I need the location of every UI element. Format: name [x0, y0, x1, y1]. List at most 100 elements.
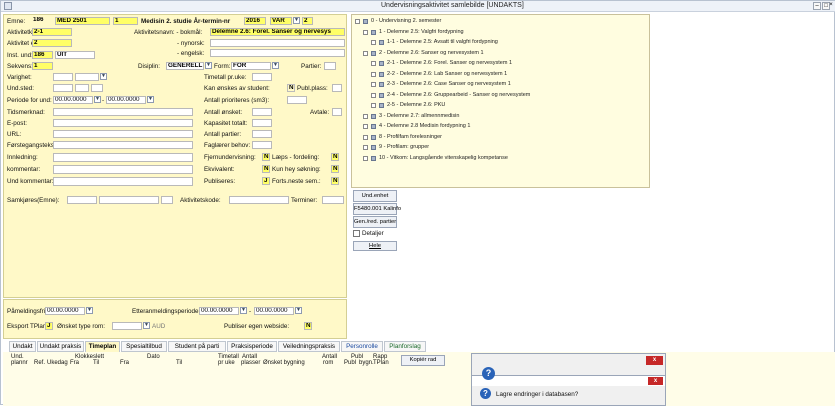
tree-item[interactable]: 8 - Profilfam forelesninger [379, 134, 442, 140]
tree-item[interactable]: 1 - Delemne 2.5: Valgfri fordypning [379, 29, 464, 35]
hele-button[interactable]: Hele [353, 241, 397, 251]
undsted-field2[interactable] [75, 84, 89, 92]
dialog-x-button[interactable]: x [646, 356, 663, 365]
etteranm-to-field[interactable]: 00.00.0000 [254, 307, 294, 315]
emne-code-field[interactable]: MED 2501 [55, 17, 110, 25]
tree-expander-icon[interactable] [363, 134, 368, 140]
pamelding-field[interactable]: 00.00.0000 [45, 307, 85, 315]
tree-expander-icon[interactable] [363, 50, 368, 56]
tree-expander-icon[interactable] [371, 92, 376, 98]
prioriteres-field[interactable] [287, 96, 307, 104]
tree-expander-icon[interactable] [363, 29, 368, 35]
year-field[interactable]: 2016 [244, 17, 266, 25]
tree-expander-icon[interactable] [371, 103, 376, 108]
tree-item[interactable]: 2-3 - Delemne 2.6: Case Sanser og nerves… [387, 81, 511, 87]
term-field[interactable]: VAR [270, 17, 292, 25]
tab-spesialtilbud[interactable]: Spesialtilbud [121, 341, 167, 352]
undsted-field3[interactable] [91, 84, 103, 92]
tree-item[interactable]: 2 - Delemne 2.6: Sanser og nervesystem 1 [379, 50, 484, 56]
kunhey-field[interactable]: N [331, 165, 339, 173]
etteranm-from-field[interactable]: 00.00.0000 [199, 307, 239, 315]
kommentar-field[interactable] [53, 165, 193, 174]
disiplin-dropdown-icon[interactable]: ▼ [205, 62, 212, 69]
inst-name-field[interactable]: UIT [55, 51, 95, 59]
tab-veiledningspraksis[interactable]: Veiledningspraksis [278, 341, 340, 352]
periode-to-field[interactable]: 00.00.0000 [106, 96, 146, 104]
tree-item[interactable]: 2-4 - Delemne 2.6: Gruppearbeid - Sanser… [387, 92, 530, 98]
samkjores-field3[interactable] [161, 196, 173, 204]
onsket-field[interactable] [252, 108, 272, 116]
minimize-button[interactable]: – [813, 2, 821, 10]
tree-expander-icon[interactable] [371, 82, 376, 87]
tree-expander-icon[interactable] [371, 71, 376, 77]
tree-item[interactable]: 2-1 - Delemne 2.6: Forel. Sanser og nerv… [387, 60, 512, 66]
forts-field[interactable]: N [331, 177, 339, 185]
antpartier-field[interactable] [252, 130, 272, 138]
fjern-field[interactable]: N [262, 153, 270, 161]
und-enhet-button[interactable]: Und.enhet [353, 190, 397, 202]
forste-field[interactable] [53, 141, 193, 149]
disiplin-field[interactable]: GENERELL [166, 62, 204, 70]
nynorsk-field[interactable] [210, 39, 345, 47]
timetall-field[interactable] [252, 73, 272, 81]
tab-planforslag[interactable]: Planforslag [384, 341, 426, 352]
publplass-field[interactable] [332, 84, 342, 92]
tab-personrolle[interactable]: Personrolle [341, 341, 383, 352]
tree-item[interactable]: 1-1 - Delemne 2.5: Avsatt til valgfri fo… [387, 39, 498, 45]
kapasitet-field[interactable] [252, 119, 272, 127]
tree-item[interactable]: 9 - Profilam: grupper [379, 144, 429, 150]
epost-field[interactable] [53, 119, 193, 127]
tab-student-pa-parti[interactable]: Student på parti [168, 341, 226, 352]
terminer-field[interactable] [322, 196, 344, 204]
kopier-rad-button[interactable]: Kopiér rad [401, 355, 445, 366]
inst-field[interactable]: 186 [32, 51, 53, 59]
varighet-unit-field[interactable] [75, 73, 99, 81]
etteranm-from-dropdown-icon[interactable]: ▼ [240, 307, 247, 314]
periode-to-dropdown-icon[interactable]: ▼ [147, 96, 154, 103]
tree-item[interactable]: 2-2 - Delemne 2.6: Lab Sanser og nervesy… [387, 71, 507, 77]
tree-item[interactable]: 0 - Undervisning 2. semester [371, 18, 441, 24]
kalinfo-button[interactable]: F5480.001 Kalinfo [353, 203, 401, 215]
eksport-field[interactable]: J [45, 322, 53, 330]
periode-from-field[interactable]: 00.00.0000 [53, 96, 93, 104]
form-field[interactable]: FOR [231, 62, 271, 70]
aktivitetkode-field[interactable]: 2-1 [32, 28, 72, 36]
tree-expander-icon[interactable] [371, 61, 376, 66]
close-window-button[interactable]: × [827, 2, 835, 10]
tree-expander-icon[interactable] [363, 113, 368, 119]
tree-expander-icon[interactable] [371, 40, 376, 45]
onsket-rom-field[interactable] [112, 322, 142, 330]
tree-item[interactable]: 2-5 - Delemne 2.6: PKU [387, 102, 445, 108]
aktivitetskode-field[interactable] [229, 196, 289, 204]
tab-undakt-praksis[interactable]: Undakt praksis [37, 341, 84, 352]
detaljer-checkbox[interactable] [353, 230, 360, 237]
aktivitet-eier-field[interactable]: 2 [32, 39, 72, 47]
engelsk-field[interactable] [210, 49, 345, 57]
tab-undakt[interactable]: Undakt [9, 341, 36, 352]
tree-expander-icon[interactable] [363, 124, 368, 129]
tree-expander-icon[interactable] [363, 145, 368, 150]
tree-item[interactable]: 10 - Vitkom: Langsgående vitenskapelig k… [379, 155, 508, 161]
publiseres-field[interactable]: J [262, 177, 270, 185]
url-field[interactable] [53, 130, 193, 138]
samkjores-field1[interactable] [67, 196, 97, 204]
termnr-field[interactable]: 2 [302, 17, 313, 25]
tree-item[interactable]: 3 - Delemne 2.7: allmennmedisin [379, 113, 459, 119]
pamelding-dropdown-icon[interactable]: ▼ [86, 307, 93, 314]
periode-from-dropdown-icon[interactable]: ▼ [94, 96, 101, 103]
form-dropdown-icon[interactable]: ▼ [272, 62, 279, 69]
faglaerer-field[interactable] [252, 141, 272, 149]
undkomm-field[interactable] [53, 177, 193, 186]
samkjores-field2[interactable] [99, 196, 159, 204]
undsted-field1[interactable] [53, 84, 73, 92]
emne-version-field[interactable]: 1 [113, 17, 138, 25]
publiser-field[interactable]: N [304, 322, 312, 330]
ekvivalent-field[interactable]: N [262, 165, 270, 173]
tidsmerknad-field[interactable] [53, 108, 193, 116]
onsket-rom-dropdown-icon[interactable]: ▼ [143, 322, 150, 329]
tab-praksisperiode[interactable]: Praksisperiode [227, 341, 277, 352]
tab-timeplan[interactable]: Timeplan [85, 341, 120, 352]
avtale-field[interactable] [332, 108, 342, 116]
term-dropdown-icon[interactable]: ▼ [293, 17, 300, 24]
tree-item[interactable]: 4 - Delemne 2.8 Medisin fordypning 1 [379, 123, 470, 129]
